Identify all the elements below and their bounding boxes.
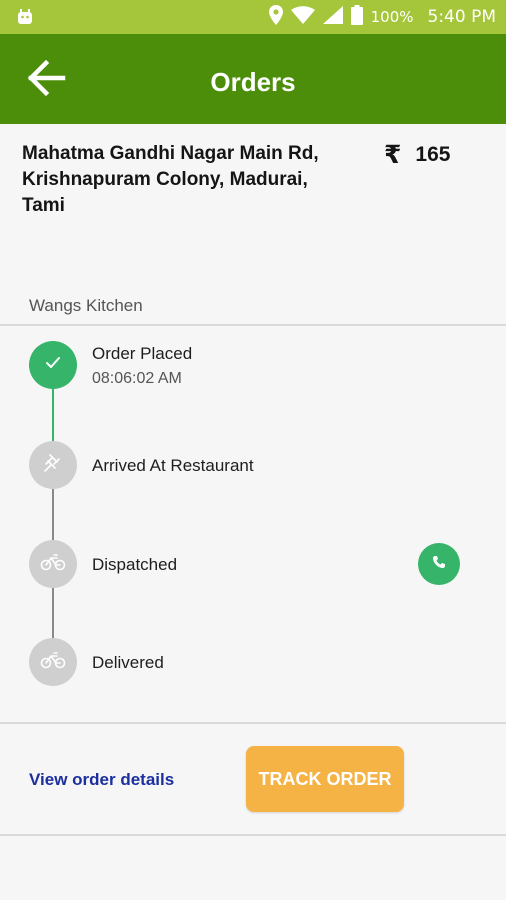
delivery-address: Mahatma Gandhi Nagar Main Rd, Krishnapur… bbox=[22, 143, 319, 216]
step-delivered-marker bbox=[29, 638, 77, 686]
wifi-icon bbox=[283, 5, 315, 29]
signal-icon bbox=[315, 5, 343, 29]
step-delivered-label: Delivered bbox=[92, 653, 164, 672]
step-dispatched-label: Dispatched bbox=[92, 555, 178, 574]
battery-percent: 100% bbox=[370, 8, 414, 26]
battery-icon bbox=[343, 4, 363, 30]
timeline-connector-done bbox=[52, 389, 54, 442]
app-bar: Orders bbox=[0, 34, 506, 124]
step-order-placed-time: 08:06:02 AM bbox=[92, 370, 182, 387]
order-actions: View order details TRACK ORDER bbox=[0, 724, 506, 834]
divider bbox=[0, 834, 506, 836]
order-amount: 165 bbox=[415, 142, 451, 166]
track-order-button[interactable]: TRACK ORDER bbox=[246, 746, 404, 812]
step-arrived-label: Arrived At Restaurant bbox=[92, 456, 254, 475]
order-timeline: Order Placed 08:06:02 AM Arrived At Rest… bbox=[0, 326, 506, 722]
order-price: ₹ 165 bbox=[384, 140, 450, 169]
rupee-icon: ₹ bbox=[384, 140, 402, 169]
view-order-details-link[interactable]: View order details bbox=[29, 770, 174, 790]
timeline-connector bbox=[52, 489, 54, 541]
order-summary: Mahatma Gandhi Nagar Main Rd, Krishnapur… bbox=[0, 124, 506, 324]
pin-icon bbox=[42, 452, 64, 479]
status-time: 5:40 PM bbox=[427, 7, 497, 27]
step-order-placed-label: Order Placed bbox=[92, 344, 193, 363]
status-bar: 100% 5:40 PM bbox=[0, 0, 506, 34]
page-title: Orders bbox=[210, 67, 296, 97]
call-delivery-button[interactable] bbox=[418, 543, 460, 585]
step-arrived-marker bbox=[29, 441, 77, 489]
check-icon bbox=[45, 356, 61, 375]
restaurant-name: Wangs Kitchen bbox=[29, 296, 143, 315]
step-order-placed-marker bbox=[29, 341, 77, 389]
location-icon bbox=[261, 4, 283, 30]
status-icons: 100% 5:40 PM bbox=[261, 0, 496, 34]
phone-icon bbox=[432, 555, 446, 574]
step-dispatched-marker bbox=[29, 540, 77, 588]
android-icon bbox=[16, 8, 34, 31]
bicycle-icon bbox=[40, 651, 66, 674]
timeline-connector bbox=[52, 588, 54, 640]
bicycle-icon bbox=[40, 553, 66, 576]
